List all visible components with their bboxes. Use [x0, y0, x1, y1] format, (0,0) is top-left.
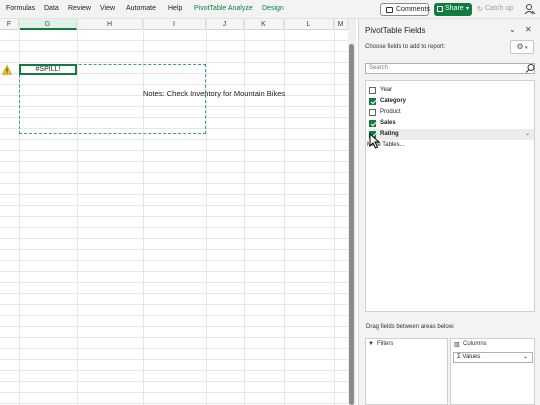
field-settings-button[interactable]: ⚙ ▾ [510, 40, 534, 54]
chevron-down-icon[interactable]: ⌄ [523, 353, 528, 362]
close-icon[interactable]: ✕ [525, 25, 532, 34]
search-icon[interactable] [524, 63, 536, 74]
columns-icon: ▥ [454, 342, 460, 348]
grid-line [244, 19, 245, 405]
chevron-down-icon[interactable]: ⌄ [509, 25, 516, 34]
person-search-icon[interactable] [524, 3, 536, 16]
share-button[interactable]: Share ▾ [434, 3, 472, 16]
tab-data[interactable]: Data [44, 5, 59, 12]
notes-cell[interactable]: Notes: Check Inventory for Mountain Bike… [143, 89, 285, 98]
grid-line [284, 19, 285, 405]
catch-up-icon: ↻ [477, 6, 483, 13]
column-header-m[interactable]: M [334, 19, 348, 30]
mouse-pointer-icon [369, 133, 381, 149]
field-search-input[interactable]: Search [365, 63, 535, 74]
columns-area-label: Columns [463, 341, 487, 347]
field-year[interactable]: Year [368, 85, 534, 96]
comment-icon [386, 7, 393, 13]
field-product[interactable]: Product [368, 107, 534, 118]
spill-error-cell[interactable]: #SPILL! [19, 64, 77, 75]
comments-button[interactable]: Comments [380, 3, 430, 16]
grid-line [334, 19, 335, 405]
tab-formulas[interactable]: Formulas [6, 5, 35, 12]
tab-pivottable-analyze[interactable]: PivotTable Analyze [194, 5, 253, 12]
chevron-down-icon: ▾ [523, 45, 528, 51]
field-rating[interactable]: Rating ⌄ [368, 129, 534, 140]
filter-icon: ▼ [368, 341, 374, 347]
field-sales[interactable]: Sales [368, 118, 534, 129]
scrollbar-thumb[interactable] [349, 44, 354, 405]
values-chip-label: Values [462, 354, 481, 360]
field-list: Year Category Product Sales Rating ⌄ [365, 80, 535, 312]
field-label: Category [380, 98, 407, 104]
pane-title: PivotTable Fields [365, 26, 426, 35]
column-header-h[interactable]: H [77, 19, 143, 30]
share-icon [437, 6, 443, 12]
field-label: Year [380, 87, 393, 93]
catch-up-label: Catch up [485, 5, 514, 12]
filters-area-label: Filters [377, 341, 394, 347]
catch-up-button[interactable]: ↻ Catch up [476, 3, 518, 16]
tab-view[interactable]: View [100, 5, 115, 12]
field-checkbox[interactable] [369, 87, 376, 94]
column-header-j[interactable]: J [206, 19, 244, 30]
column-header-i[interactable]: I [143, 19, 206, 30]
field-checkbox[interactable] [369, 109, 376, 116]
tab-automate[interactable]: Automate [126, 5, 156, 12]
field-label: Sales [380, 120, 396, 126]
comments-label: Comments [396, 6, 430, 13]
field-label: Rating [380, 131, 399, 137]
warning-icon[interactable] [2, 65, 12, 75]
tab-design[interactable]: Design [262, 5, 284, 12]
drag-fields-label: Drag fields between areas below: [366, 324, 455, 330]
chevron-down-icon[interactable]: ⌄ [525, 129, 530, 140]
field-checkbox[interactable] [369, 120, 376, 127]
tab-help[interactable]: Help [168, 5, 182, 12]
values-field-chip[interactable]: Σ Values ⌄ [453, 352, 533, 363]
column-header-k[interactable]: K [244, 19, 284, 30]
tab-review[interactable]: Review [68, 5, 91, 12]
sigma-icon: Σ [457, 354, 461, 360]
column-header-l[interactable]: L [284, 19, 334, 30]
field-label: Product [380, 109, 401, 115]
grid-line [206, 19, 207, 405]
column-header-bar: F G H I J K L M [0, 19, 348, 30]
field-category[interactable]: Category [368, 96, 534, 107]
columns-area[interactable] [450, 338, 535, 405]
column-header-g[interactable]: G [19, 19, 77, 30]
column-header-f[interactable]: F [0, 19, 19, 30]
gear-icon: ⚙ [516, 42, 524, 51]
filters-area[interactable] [365, 338, 448, 405]
field-checkbox[interactable] [369, 98, 376, 105]
share-label: Share [445, 5, 464, 12]
choose-fields-label: Choose fields to add to report: [365, 44, 446, 50]
chevron-down-icon: ▾ [466, 6, 470, 12]
ribbon-tab-bar: Formulas Data Review View Automate Help … [0, 0, 540, 19]
